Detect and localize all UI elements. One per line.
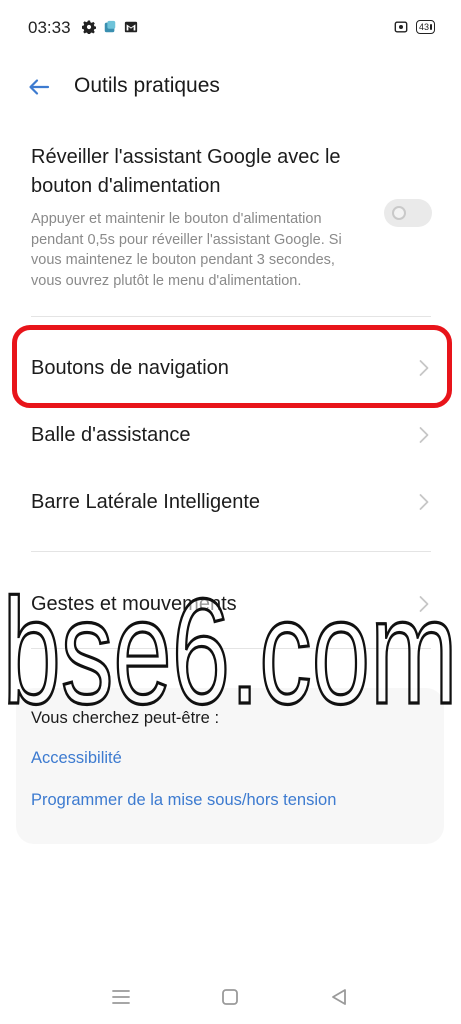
chevron-right-icon [419, 596, 429, 612]
arrow-left-icon[interactable] [26, 74, 52, 100]
toggle-knob [392, 206, 406, 220]
suggestions-heading: Vous cherchez peut-être : [31, 709, 220, 727]
menu-item-assistive-ball[interactable]: Balle d'assistance [0, 402, 461, 468]
divider [31, 316, 431, 317]
setting-title: Réveiller l'assistant Google avec le bou… [31, 146, 341, 197]
assistant-toggle[interactable] [384, 199, 432, 227]
battery-icon: 43 [415, 20, 435, 34]
screen-record-icon [394, 21, 408, 33]
suggestion-link-power-schedule[interactable]: Programmer de la mise sous/hors tension [31, 791, 336, 810]
page-title: Outils pratiques [74, 74, 220, 97]
suggestion-link-accessibility[interactable]: Accessibilité [31, 749, 122, 768]
divider [31, 551, 431, 552]
menu-item-gestures[interactable]: Gestes et mouvements [0, 571, 461, 637]
power-button-assistant-setting: Réveiller l'assistant Google avec le bou… [31, 143, 432, 291]
gmail-icon [124, 21, 138, 33]
setting-description: Appuyer et maintenir le bouton d'aliment… [31, 211, 342, 289]
back-triangle-icon[interactable] [328, 986, 350, 1008]
gear-icon [82, 20, 96, 34]
home-icon[interactable] [219, 986, 241, 1008]
status-time: 03:33 [28, 18, 71, 37]
status-bar: 03:33 43 [0, 0, 461, 56]
app-bar: Outils pratiques [0, 60, 461, 114]
battery-tip [430, 24, 432, 30]
menu-item-label: Boutons de navigation [31, 357, 229, 379]
status-icons-right: 43 [394, 20, 435, 34]
menu-item-label: Balle d'assistance [31, 424, 191, 446]
system-navigation-bar [0, 972, 461, 1022]
menu-icon[interactable] [110, 986, 132, 1008]
menu-item-label: Barre Latérale Intelligente [31, 491, 261, 513]
menu-item-smart-sidebar[interactable]: Barre Latérale Intelligente [0, 469, 461, 535]
menu-item-navigation-buttons[interactable]: Boutons de navigation [0, 335, 461, 401]
status-icons-left [82, 20, 138, 34]
divider [31, 648, 431, 649]
chevron-right-icon [419, 427, 429, 443]
chevron-right-icon [419, 360, 429, 376]
battery-level: 43 [418, 21, 429, 32]
menu-item-label: Gestes et mouvements [31, 593, 237, 615]
chevron-right-icon [419, 494, 429, 510]
suggestions-card: Vous cherchez peut-être : Accessibilité … [16, 688, 444, 844]
app-notification-icon [104, 20, 116, 33]
